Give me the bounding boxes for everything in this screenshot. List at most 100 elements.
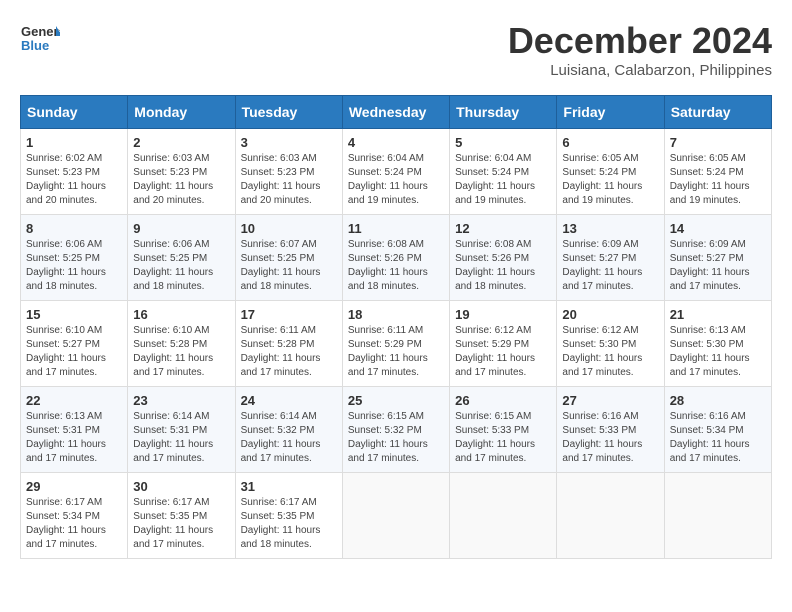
calendar-table: SundayMondayTuesdayWednesdayThursdayFrid… — [20, 95, 772, 559]
empty-cell — [450, 473, 557, 559]
day-cell-3: 3 Sunrise: 6:03 AM Sunset: 5:23 PM Daylig… — [235, 129, 342, 215]
day-number: 22 — [26, 393, 122, 408]
day-cell-1: 1Sunrise: 6:02 AM Sunset: 5:23 PM Daylig… — [21, 129, 128, 215]
day-cell-2: 2 Sunrise: 6:03 AM Sunset: 5:23 PM Daylig… — [128, 129, 235, 215]
day-cell-31: 31 Sunrise: 6:17 AM Sunset: 5:35 PM Dayli… — [235, 473, 342, 559]
day-info: Sunrise: 6:05 AM Sunset: 5:24 PM Dayligh… — [562, 152, 658, 208]
day-number: 16 — [133, 307, 229, 322]
day-cell-9: 9 Sunrise: 6:06 AM Sunset: 5:25 PM Daylig… — [128, 215, 235, 301]
day-cell-30: 30 Sunrise: 6:17 AM Sunset: 5:35 PM Dayli… — [128, 473, 235, 559]
day-info: Sunrise: 6:13 AM Sunset: 5:30 PM Dayligh… — [670, 324, 766, 380]
location: Luisiana, Calabarzon, Philippines — [508, 62, 772, 79]
weekday-header-tuesday: Tuesday — [235, 96, 342, 129]
day-number: 30 — [133, 479, 229, 494]
day-info: Sunrise: 6:13 AM Sunset: 5:31 PM Dayligh… — [26, 410, 122, 466]
day-info: Sunrise: 6:14 AM Sunset: 5:32 PM Dayligh… — [241, 410, 337, 466]
day-info: Sunrise: 6:08 AM Sunset: 5:26 PM Dayligh… — [455, 238, 551, 294]
day-info: Sunrise: 6:14 AM Sunset: 5:31 PM Dayligh… — [133, 410, 229, 466]
day-cell-27: 27 Sunrise: 6:16 AM Sunset: 5:33 PM Dayli… — [557, 387, 664, 473]
day-number: 28 — [670, 393, 766, 408]
day-cell-16: 16 Sunrise: 6:10 AM Sunset: 5:28 PM Dayli… — [128, 301, 235, 387]
day-info: Sunrise: 6:08 AM Sunset: 5:26 PM Dayligh… — [348, 238, 444, 294]
day-cell-29: 29Sunrise: 6:17 AM Sunset: 5:34 PM Dayli… — [21, 473, 128, 559]
day-number: 1 — [26, 135, 122, 150]
title-section: December 2024 Luisiana, Calabarzon, Phil… — [508, 20, 772, 79]
day-number: 7 — [670, 135, 766, 150]
day-info: Sunrise: 6:10 AM Sunset: 5:28 PM Dayligh… — [133, 324, 229, 380]
day-number: 5 — [455, 135, 551, 150]
svg-text:Blue: Blue — [21, 38, 49, 53]
day-number: 31 — [241, 479, 337, 494]
day-cell-28: 28 Sunrise: 6:16 AM Sunset: 5:34 PM Dayli… — [664, 387, 771, 473]
day-info: Sunrise: 6:07 AM Sunset: 5:25 PM Dayligh… — [241, 238, 337, 294]
logo-svg: General Blue — [20, 20, 60, 56]
day-number: 6 — [562, 135, 658, 150]
day-info: Sunrise: 6:17 AM Sunset: 5:35 PM Dayligh… — [133, 496, 229, 552]
day-number: 10 — [241, 221, 337, 236]
day-number: 12 — [455, 221, 551, 236]
day-info: Sunrise: 6:11 AM Sunset: 5:29 PM Dayligh… — [348, 324, 444, 380]
day-info: Sunrise: 6:10 AM Sunset: 5:27 PM Dayligh… — [26, 324, 122, 380]
day-cell-5: 5 Sunrise: 6:04 AM Sunset: 5:24 PM Daylig… — [450, 129, 557, 215]
day-info: Sunrise: 6:17 AM Sunset: 5:35 PM Dayligh… — [241, 496, 337, 552]
day-cell-7: 7 Sunrise: 6:05 AM Sunset: 5:24 PM Daylig… — [664, 129, 771, 215]
day-number: 20 — [562, 307, 658, 322]
day-number: 11 — [348, 221, 444, 236]
month-title: December 2024 — [508, 20, 772, 62]
day-cell-14: 14 Sunrise: 6:09 AM Sunset: 5:27 PM Dayli… — [664, 215, 771, 301]
day-number: 2 — [133, 135, 229, 150]
day-number: 3 — [241, 135, 337, 150]
day-cell-20: 20 Sunrise: 6:12 AM Sunset: 5:30 PM Dayli… — [557, 301, 664, 387]
day-cell-21: 21Sunrise: 6:13 AM Sunset: 5:30 PM Dayli… — [664, 301, 771, 387]
day-info: Sunrise: 6:16 AM Sunset: 5:34 PM Dayligh… — [670, 410, 766, 466]
day-number: 24 — [241, 393, 337, 408]
week-row-5: 29Sunrise: 6:17 AM Sunset: 5:34 PM Dayli… — [21, 473, 772, 559]
day-cell-4: 4Sunrise: 6:04 AM Sunset: 5:24 PM Daylig… — [342, 129, 449, 215]
day-info: Sunrise: 6:05 AM Sunset: 5:24 PM Dayligh… — [670, 152, 766, 208]
day-cell-11: 11 Sunrise: 6:08 AM Sunset: 5:26 PM Dayli… — [342, 215, 449, 301]
day-cell-6: 6 Sunrise: 6:05 AM Sunset: 5:24 PM Daylig… — [557, 129, 664, 215]
day-cell-18: 18 Sunrise: 6:11 AM Sunset: 5:29 PM Dayli… — [342, 301, 449, 387]
week-row-3: 15 Sunrise: 6:10 AM Sunset: 5:27 PM Dayli… — [21, 301, 772, 387]
day-cell-8: 8Sunrise: 6:06 AM Sunset: 5:25 PM Daylig… — [21, 215, 128, 301]
week-row-4: 22 Sunrise: 6:13 AM Sunset: 5:31 PM Dayli… — [21, 387, 772, 473]
day-info: Sunrise: 6:04 AM Sunset: 5:24 PM Dayligh… — [455, 152, 551, 208]
logo: General Blue — [20, 20, 60, 56]
day-info: Sunrise: 6:09 AM Sunset: 5:27 PM Dayligh… — [562, 238, 658, 294]
day-info: Sunrise: 6:09 AM Sunset: 5:27 PM Dayligh… — [670, 238, 766, 294]
week-row-2: 8 Sunrise: 6:06 AM Sunset: 5:25 PM Daylig… — [21, 215, 772, 301]
empty-cell — [557, 473, 664, 559]
day-info: Sunrise: 6:06 AM Sunset: 5:25 PM Dayligh… — [133, 238, 229, 294]
day-number: 26 — [455, 393, 551, 408]
weekday-header-sunday: Sunday — [21, 96, 128, 129]
day-cell-24: 24 Sunrise: 6:14 AM Sunset: 5:32 PM Dayli… — [235, 387, 342, 473]
day-number: 17 — [241, 307, 337, 322]
day-number: 4 — [348, 135, 444, 150]
day-info: Sunrise: 6:15 AM Sunset: 5:32 PM Dayligh… — [348, 410, 444, 466]
day-number: 27 — [562, 393, 658, 408]
day-number: 19 — [455, 307, 551, 322]
day-info: Sunrise: 6:11 AM Sunset: 5:28 PM Dayligh… — [241, 324, 337, 380]
day-info: Sunrise: 6:03 AM Sunset: 5:23 PM Dayligh… — [241, 152, 337, 208]
day-cell-26: 26Sunrise: 6:15 AM Sunset: 5:33 PM Dayli… — [450, 387, 557, 473]
day-info: Sunrise: 6:12 AM Sunset: 5:30 PM Dayligh… — [562, 324, 658, 380]
day-number: 15 — [26, 307, 122, 322]
day-info: Sunrise: 6:16 AM Sunset: 5:33 PM Dayligh… — [562, 410, 658, 466]
day-number: 13 — [562, 221, 658, 236]
weekday-header-thursday: Thursday — [450, 96, 557, 129]
day-number: 14 — [670, 221, 766, 236]
day-info: Sunrise: 6:17 AM Sunset: 5:34 PM Dayligh… — [26, 496, 122, 552]
day-cell-22: 22 Sunrise: 6:13 AM Sunset: 5:31 PM Dayli… — [21, 387, 128, 473]
day-number: 8 — [26, 221, 122, 236]
day-number: 18 — [348, 307, 444, 322]
day-cell-25: 25Sunrise: 6:15 AM Sunset: 5:32 PM Dayli… — [342, 387, 449, 473]
week-row-1: 1Sunrise: 6:02 AM Sunset: 5:23 PM Daylig… — [21, 129, 772, 215]
day-cell-23: 23 Sunrise: 6:14 AM Sunset: 5:31 PM Dayli… — [128, 387, 235, 473]
empty-cell — [342, 473, 449, 559]
weekday-header-monday: Monday — [128, 96, 235, 129]
empty-cell — [664, 473, 771, 559]
day-info: Sunrise: 6:03 AM Sunset: 5:23 PM Dayligh… — [133, 152, 229, 208]
day-number: 23 — [133, 393, 229, 408]
day-number: 9 — [133, 221, 229, 236]
page-header: General Blue December 2024 Luisiana, Cal… — [20, 20, 772, 79]
